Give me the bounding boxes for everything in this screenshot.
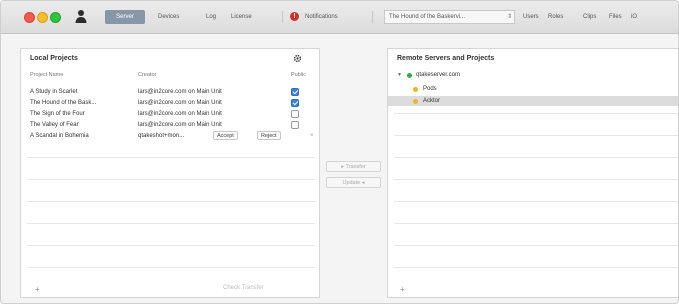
project-creator: lars@in2core.com on Main Unit — [138, 122, 222, 128]
arrow-left-icon: ◂ — [361, 180, 365, 186]
remove-icon[interactable]: × — [310, 131, 314, 141]
public-checkbox[interactable] — [291, 121, 299, 129]
divider — [394, 179, 678, 180]
transfer-to-remote-label: Transfer — [345, 164, 366, 170]
table-row[interactable]: The Sign of the Four lars@in2core.com on… — [21, 109, 319, 119]
project-status-icon — [413, 87, 418, 92]
document-selector[interactable]: The Hound of the Baskervi... ⇕ — [384, 10, 515, 24]
divider — [394, 113, 678, 114]
remote-project-label: Acktor — [423, 98, 441, 104]
transfer-to-local-button[interactable]: Update ◂ — [326, 177, 381, 188]
notification-alert-icon: ! — [290, 12, 299, 21]
disclosure-triangle-icon[interactable]: ▼ — [397, 70, 402, 80]
project-creator: qtakeshot+mon... — [138, 133, 185, 139]
server-tree-item[interactable]: ▼ qtakeserver.com — [388, 70, 678, 80]
remote-project-label: Pods — [423, 86, 437, 92]
project-name: The Hound of the Bask... — [30, 100, 97, 106]
divider — [27, 267, 315, 268]
divider — [394, 201, 678, 202]
tab-notifications[interactable]: Notifications — [302, 10, 341, 24]
transfer-to-local-label: Update — [342, 180, 361, 186]
tab-files[interactable]: Files — [606, 10, 625, 24]
project-creator: lars@in2core.com on Main Unit — [138, 111, 222, 117]
user-icon[interactable] — [74, 9, 88, 24]
toolbar-separator — [372, 11, 373, 23]
transfer-to-remote-button[interactable]: ▸ Transfer — [326, 161, 381, 172]
project-name: A Scandal in Bohemia — [30, 133, 89, 139]
local-projects-title: Local Projects — [30, 55, 78, 62]
table-row[interactable]: A Scandal in Bohemia qtakeshot+mon... Ac… — [21, 131, 319, 141]
toolbar: Server Devices Log License ! Notificatio… — [1, 1, 678, 34]
divider — [27, 245, 315, 246]
divider — [394, 223, 678, 224]
tab-log[interactable]: Log — [203, 10, 219, 24]
remote-project-item[interactable]: Pods — [388, 84, 678, 94]
tab-users[interactable]: Users — [520, 10, 542, 24]
add-project-button[interactable]: + — [35, 285, 40, 294]
project-creator: lars@in2core.com on Main Unit — [138, 89, 222, 95]
tab-devices[interactable]: Devices — [155, 10, 182, 24]
toolbar-separator — [282, 11, 283, 23]
divider — [27, 179, 315, 180]
remote-servers-title: Remote Servers and Projects — [397, 55, 495, 62]
table-row[interactable]: A Study in Scarlet lars@in2core.com on M… — [21, 87, 319, 97]
public-checkbox[interactable] — [291, 110, 299, 118]
accept-button[interactable]: Accept — [213, 131, 238, 140]
check-transfer-button[interactable]: Check Transfer — [223, 285, 264, 291]
column-header-project-name[interactable]: Project Name — [30, 72, 63, 78]
table-row[interactable]: The Valley of Fear lars@in2core.com on M… — [21, 120, 319, 130]
tab-io[interactable]: iO — [628, 10, 640, 24]
project-name: The Sign of the Four — [30, 111, 85, 117]
divider — [394, 267, 678, 268]
remote-project-item[interactable]: Acktor — [388, 96, 678, 106]
app-window: Server Devices Log License ! Notificatio… — [0, 0, 679, 304]
divider — [27, 201, 315, 202]
server-label: qtakeserver.com — [416, 72, 461, 78]
local-projects-panel: Local Projects Project Name Creator Publ… — [20, 48, 320, 298]
column-header-creator[interactable]: Creator — [138, 72, 156, 78]
tab-clips[interactable]: Clips — [580, 10, 599, 24]
tab-server[interactable]: Server — [105, 10, 145, 24]
close-window-button[interactable] — [24, 12, 35, 23]
minimize-window-button[interactable] — [37, 12, 48, 23]
server-status-icon — [407, 73, 412, 78]
divider — [394, 157, 678, 158]
document-selector-label: The Hound of the Baskervi... — [389, 14, 466, 20]
zoom-window-button[interactable] — [50, 12, 61, 23]
project-status-icon — [413, 99, 418, 104]
project-creator: lars@in2core.com on Main Unit — [138, 100, 222, 106]
project-name: The Valley of Fear — [30, 122, 79, 128]
chevron-updown-icon: ⇕ — [506, 14, 512, 20]
divider — [27, 223, 315, 224]
public-checkbox[interactable] — [291, 88, 299, 96]
divider — [27, 157, 315, 158]
tab-license[interactable]: License — [228, 10, 255, 24]
reject-button[interactable]: Reject — [257, 131, 281, 140]
column-header-public[interactable]: Public — [291, 72, 306, 78]
tab-roles[interactable]: Roles — [545, 10, 566, 24]
gear-icon[interactable] — [293, 54, 302, 63]
public-checkbox[interactable] — [291, 99, 299, 107]
remote-servers-panel: Remote Servers and Projects ▼ qtakeserve… — [387, 48, 678, 298]
arrow-right-icon: ▸ — [341, 164, 345, 170]
project-name: A Study in Scarlet — [30, 89, 78, 95]
divider — [394, 245, 678, 246]
add-remote-button[interactable]: + — [400, 285, 405, 294]
divider — [394, 135, 678, 136]
table-row[interactable]: The Hound of the Bask... lars@in2core.co… — [21, 98, 319, 108]
